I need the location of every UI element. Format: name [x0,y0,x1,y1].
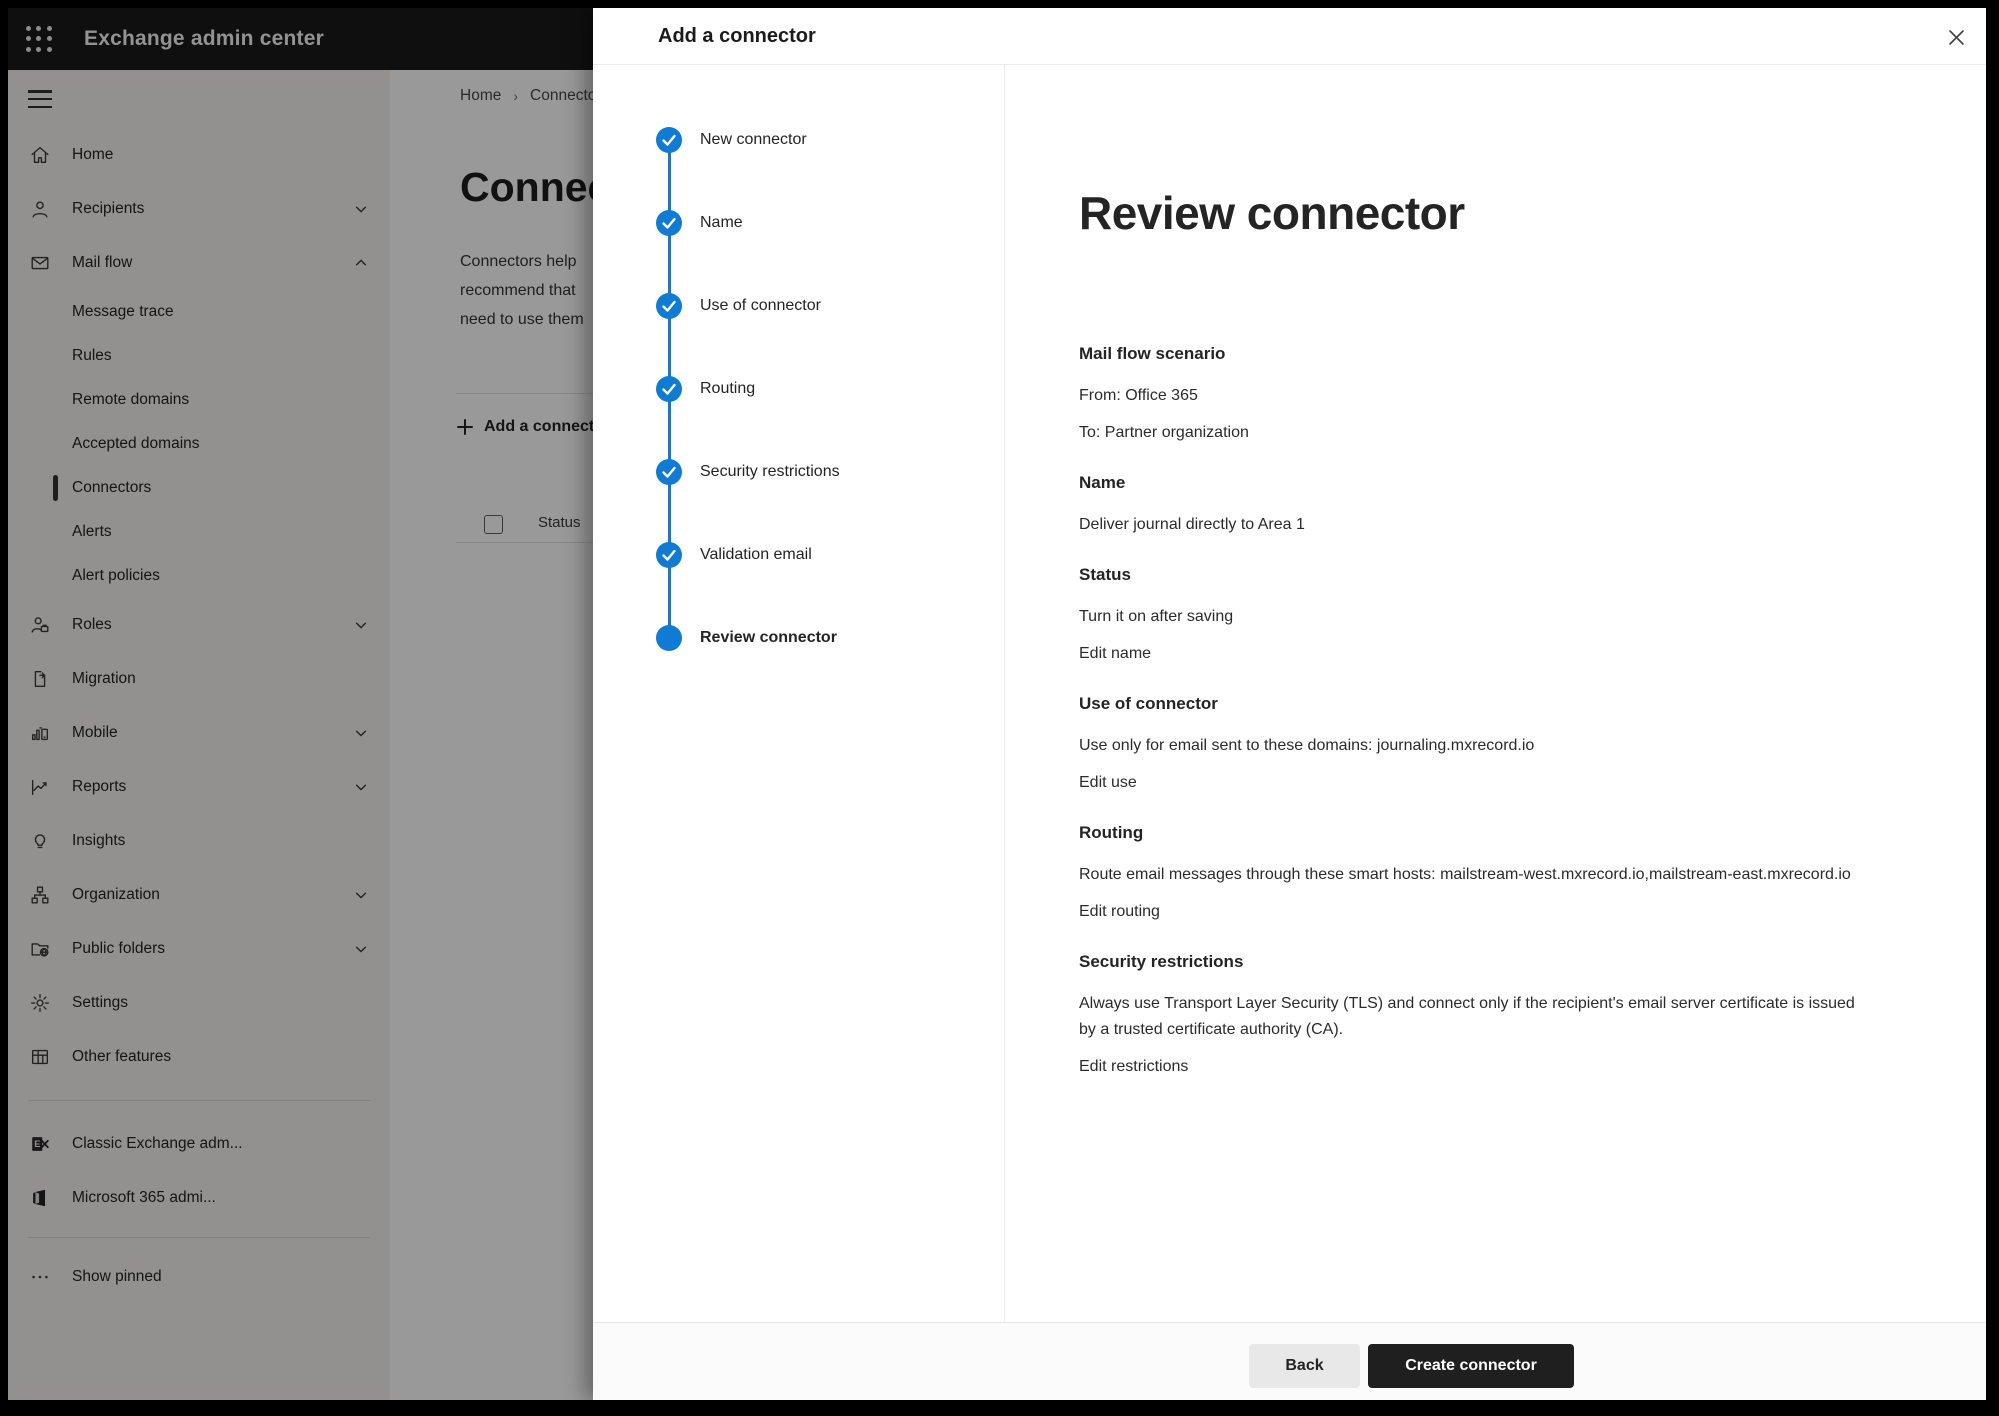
dialog-header: Add a connector [593,8,1986,65]
dialog-footer: Back Create connector [593,1322,1986,1400]
step-security-restrictions[interactable]: Security restrictions [593,459,1004,485]
back-button[interactable]: Back [1249,1344,1360,1388]
review-heading: Review connector [1079,185,1986,241]
review-panel: Review connector Mail flow scenario From… [1005,65,1986,1322]
section-use-of-connector: Use of connector Use only for email sent… [1079,691,1859,796]
dialog-body: New connector Name Use of connector Rout… [593,65,1986,1322]
step-review-connector[interactable]: Review connector [593,625,1004,651]
edit-use-link[interactable]: Edit use [1079,770,1137,796]
review-value: To: Partner organization [1079,420,1859,446]
step-complete-icon [656,293,682,319]
step-complete-icon [656,376,682,402]
step-use-of-connector[interactable]: Use of connector [593,293,1004,319]
edit-restrictions-link[interactable]: Edit restrictions [1079,1054,1188,1080]
review-value: Deliver journal directly to Area 1 [1079,512,1859,538]
edit-name-link[interactable]: Edit name [1079,641,1151,667]
step-name[interactable]: Name [593,210,1004,236]
dialog-title: Add a connector [658,25,816,48]
review-value: Turn it on after saving [1079,604,1859,630]
add-connector-dialog: Add a connector New connector Name Use o… [593,8,1986,1400]
review-value: Use only for email sent to these domains… [1079,733,1859,759]
close-icon[interactable] [1944,25,1968,49]
create-connector-button[interactable]: Create connector [1368,1344,1574,1388]
step-validation-email[interactable]: Validation email [593,542,1004,568]
step-complete-icon [656,459,682,485]
step-routing[interactable]: Routing [593,376,1004,402]
section-name: Name Deliver journal directly to Area 1 [1079,470,1859,538]
wizard-stepper: New connector Name Use of connector Rout… [593,65,1005,1322]
step-new-connector[interactable]: New connector [593,127,1004,153]
edit-routing-link[interactable]: Edit routing [1079,899,1160,925]
screenshot-frame: Exchange admin center Home Recipients Ma… [0,0,1999,1416]
section-mail-flow-scenario: Mail flow scenario From: Office 365 To: … [1079,341,1859,446]
step-complete-icon [656,210,682,236]
review-sections: Mail flow scenario From: Office 365 To: … [1079,341,1859,1080]
step-complete-icon [656,542,682,568]
review-value: Always use Transport Layer Security (TLS… [1079,991,1859,1043]
review-value: Route email messages through these smart… [1079,862,1859,888]
section-status: Status Turn it on after saving Edit name [1079,562,1859,667]
step-current-icon [656,625,682,651]
section-security-restrictions: Security restrictions Always use Transpo… [1079,949,1859,1080]
app-window: Exchange admin center Home Recipients Ma… [8,8,1986,1400]
step-complete-icon [656,127,682,153]
section-routing: Routing Route email messages through the… [1079,820,1859,925]
review-value: From: Office 365 [1079,383,1859,409]
